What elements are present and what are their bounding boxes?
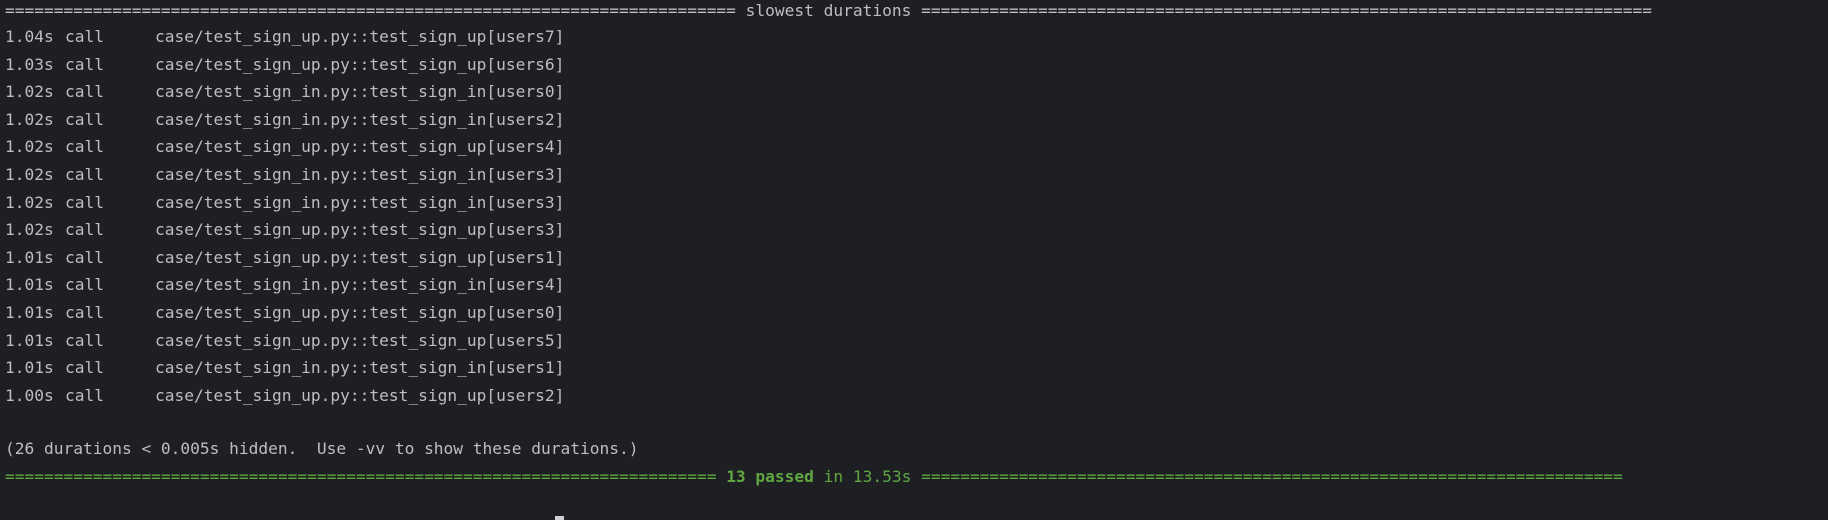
test-node-id: case/test_sign_up.py::test_sign_up[users… — [155, 303, 565, 322]
duration-value: 1.02s — [5, 220, 54, 240]
test-node-id: case/test_sign_in.py::test_sign_in[users… — [155, 82, 565, 102]
duration-row: 1.02s call case/test_sign_up.py::test_sign… — [5, 219, 564, 241]
duration-row: 1.01s call case/test_sign_in.py::test_sign… — [5, 274, 564, 296]
test-node-id: case/test_sign_in.py::test_sign_in[users… — [155, 165, 565, 184]
terminal-output: ========================================… — [5, 0, 1823, 520]
summary-right-rule: ========================================… — [921, 467, 1623, 486]
duration-value: 1.01s — [5, 275, 54, 295]
duration-value: 1.01s — [5, 303, 54, 322]
duration-value: 1.02s — [5, 192, 54, 212]
test-node-id: case/test_sign_up.py::test_sign_up[users… — [155, 54, 565, 74]
duration-value: 1.02s — [5, 165, 54, 184]
hidden-durations-note: (26 durations < 0.005s hidden. Use -vv t… — [5, 439, 639, 458]
duration-phase: call — [65, 54, 104, 74]
test-node-id: case/test_sign_up.py::test_sign_up[users… — [155, 137, 565, 157]
duration-row: 1.02s call case/test_sign_in.py::test_sign… — [5, 109, 564, 131]
duration-value: 1.01s — [5, 330, 54, 350]
slowest-durations-header: ========================================… — [5, 0, 1652, 22]
summary-time: in 13.53s — [813, 467, 922, 486]
duration-phase: call — [65, 109, 104, 129]
test-node-id: case/test_sign_in.py::test_sign_in[users… — [155, 192, 565, 212]
duration-phase: call — [65, 27, 104, 46]
test-node-id: case/test_sign_up.py::test_sign_up[users… — [155, 247, 565, 267]
summary-left-rule: ========================================… — [5, 467, 717, 486]
duration-value: 1.01s — [5, 247, 54, 267]
duration-phase: call — [65, 275, 104, 295]
duration-phase: call — [65, 247, 104, 267]
duration-phase: call — [65, 330, 104, 350]
duration-row: 1.02s call case/test_sign_up.py::test_sign… — [5, 136, 564, 158]
duration-phase: call — [65, 192, 104, 212]
duration-row: 1.00s call case/test_sign_up.py::test_sign… — [5, 385, 564, 407]
duration-row: 1.02s call case/test_sign_in.py::test_sign… — [5, 164, 564, 186]
duration-phase: call — [65, 303, 104, 322]
terminal-cursor — [555, 516, 564, 520]
summary-passed-count: 13 passed — [726, 467, 814, 486]
test-node-id: case/test_sign_up.py::test_sign_up[users… — [155, 330, 565, 350]
duration-phase: call — [65, 82, 104, 102]
duration-value: 1.02s — [5, 137, 54, 157]
duration-row: 1.03s call case/test_sign_up.py::test_sign… — [5, 54, 564, 76]
test-summary-line: ========================================… — [5, 466, 1623, 488]
test-node-id: case/test_sign_in.py::test_sign_in[users… — [155, 109, 565, 129]
duration-row: 1.02s call case/test_sign_in.py::test_sign… — [5, 192, 564, 214]
test-node-id: case/test_sign_in.py::test_sign_in[users… — [155, 358, 565, 378]
duration-phase: call — [65, 358, 104, 378]
duration-value: 1.04s — [5, 27, 54, 46]
duration-value: 1.01s — [5, 358, 54, 378]
duration-phase: call — [65, 165, 104, 184]
duration-row: 1.01s call case/test_sign_up.py::test_sign… — [5, 330, 564, 352]
duration-value: 1.02s — [5, 82, 54, 102]
test-node-id: case/test_sign_up.py::test_sign_up[users… — [155, 220, 565, 240]
duration-row: 1.04s call case/test_sign_up.py::test_sign… — [5, 26, 564, 48]
test-node-id: case/test_sign_up.py::test_sign_up[users… — [155, 385, 565, 405]
header-left-rule: ========================================… — [5, 1, 736, 20]
duration-phase: call — [65, 137, 104, 157]
header-title: slowest durations — [735, 1, 922, 20]
duration-row: 1.01s call case/test_sign_up.py::test_sign… — [5, 302, 564, 324]
duration-value: 1.02s — [5, 109, 54, 129]
duration-value: 1.03s — [5, 54, 54, 74]
duration-phase: call — [65, 385, 104, 405]
header-right-rule: ========================================… — [921, 1, 1653, 20]
duration-value: 1.00s — [5, 385, 54, 405]
duration-phase: call — [65, 220, 104, 240]
test-node-id: case/test_sign_in.py::test_sign_in[users… — [155, 275, 565, 295]
duration-row: 1.01s call case/test_sign_in.py::test_sign… — [5, 357, 564, 379]
duration-row: 1.02s call case/test_sign_in.py::test_sign… — [5, 81, 564, 103]
test-node-id: case/test_sign_up.py::test_sign_up[users… — [155, 27, 565, 46]
duration-row: 1.01s call case/test_sign_up.py::test_sign… — [5, 247, 564, 269]
